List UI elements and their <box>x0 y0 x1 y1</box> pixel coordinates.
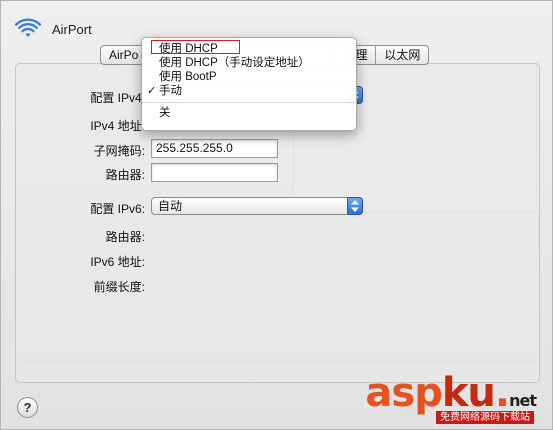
config-ipv6-label: 配置 IPv6: <box>90 202 145 216</box>
config-ipv6-value: 自动 <box>158 199 183 213</box>
menu-separator <box>142 102 356 103</box>
watermark-asp: asp <box>365 370 442 416</box>
ipv4-address-label: IPv4 地址: <box>90 119 145 133</box>
menu-item-dhcp-manual-label: 使用 DHCP（手动设定地址） <box>159 57 310 69</box>
menu-item-manual-label: 手动 <box>159 85 182 97</box>
checkmark-icon: ✓ <box>147 85 157 97</box>
menu-item-off-label: 关 <box>159 107 171 119</box>
menu-item-bootp[interactable]: 使用 BootP <box>142 70 356 84</box>
subnet-mask-label: 子网掩码: <box>93 144 145 158</box>
watermark-dot: . <box>494 370 510 416</box>
dhcp-highlight-box <box>151 40 240 54</box>
airport-title: AirPort <box>52 21 92 37</box>
menu-item-bootp-label: 使用 BootP <box>159 71 217 83</box>
wifi-icon <box>15 18 41 37</box>
config-ipv6-popup[interactable]: 自动 <box>151 197 363 215</box>
subnet-mask-field[interactable]: 255.255.255.0 <box>151 139 278 158</box>
menu-item-manual[interactable]: ✓ 手动 <box>142 84 356 98</box>
menu-item-off[interactable]: 关 <box>142 106 356 120</box>
ipv6-router-label: 路由器: <box>105 230 145 244</box>
watermark-subtitle: 免费网络源码下载站 <box>436 411 534 424</box>
tab-ethernet[interactable]: 以太网 <box>376 46 428 64</box>
config-ipv4-label: 配置 IPv4: <box>90 91 145 105</box>
watermark-logo: aspku.net 免费网络源码下载站 <box>365 370 537 424</box>
menu-item-dhcp-manual-address[interactable]: 使用 DHCP（手动设定地址） <box>142 56 356 70</box>
watermark-net: net <box>509 391 537 410</box>
watermark-ku: ku <box>441 370 496 416</box>
ipv6-address-label: IPv6 地址: <box>90 255 145 269</box>
header: AirPort <box>15 15 92 43</box>
up-down-arrows-icon <box>347 197 363 215</box>
prefix-length-label: 前缀长度: <box>93 280 145 294</box>
network-preferences-sheet: AirPort AirPo 代理 以太网 配置 IPv4: 手动 IPv4 地址… <box>0 0 553 430</box>
router-label: 路由器: <box>105 168 145 182</box>
router-field[interactable] <box>151 163 278 182</box>
help-button[interactable]: ? <box>17 397 38 418</box>
